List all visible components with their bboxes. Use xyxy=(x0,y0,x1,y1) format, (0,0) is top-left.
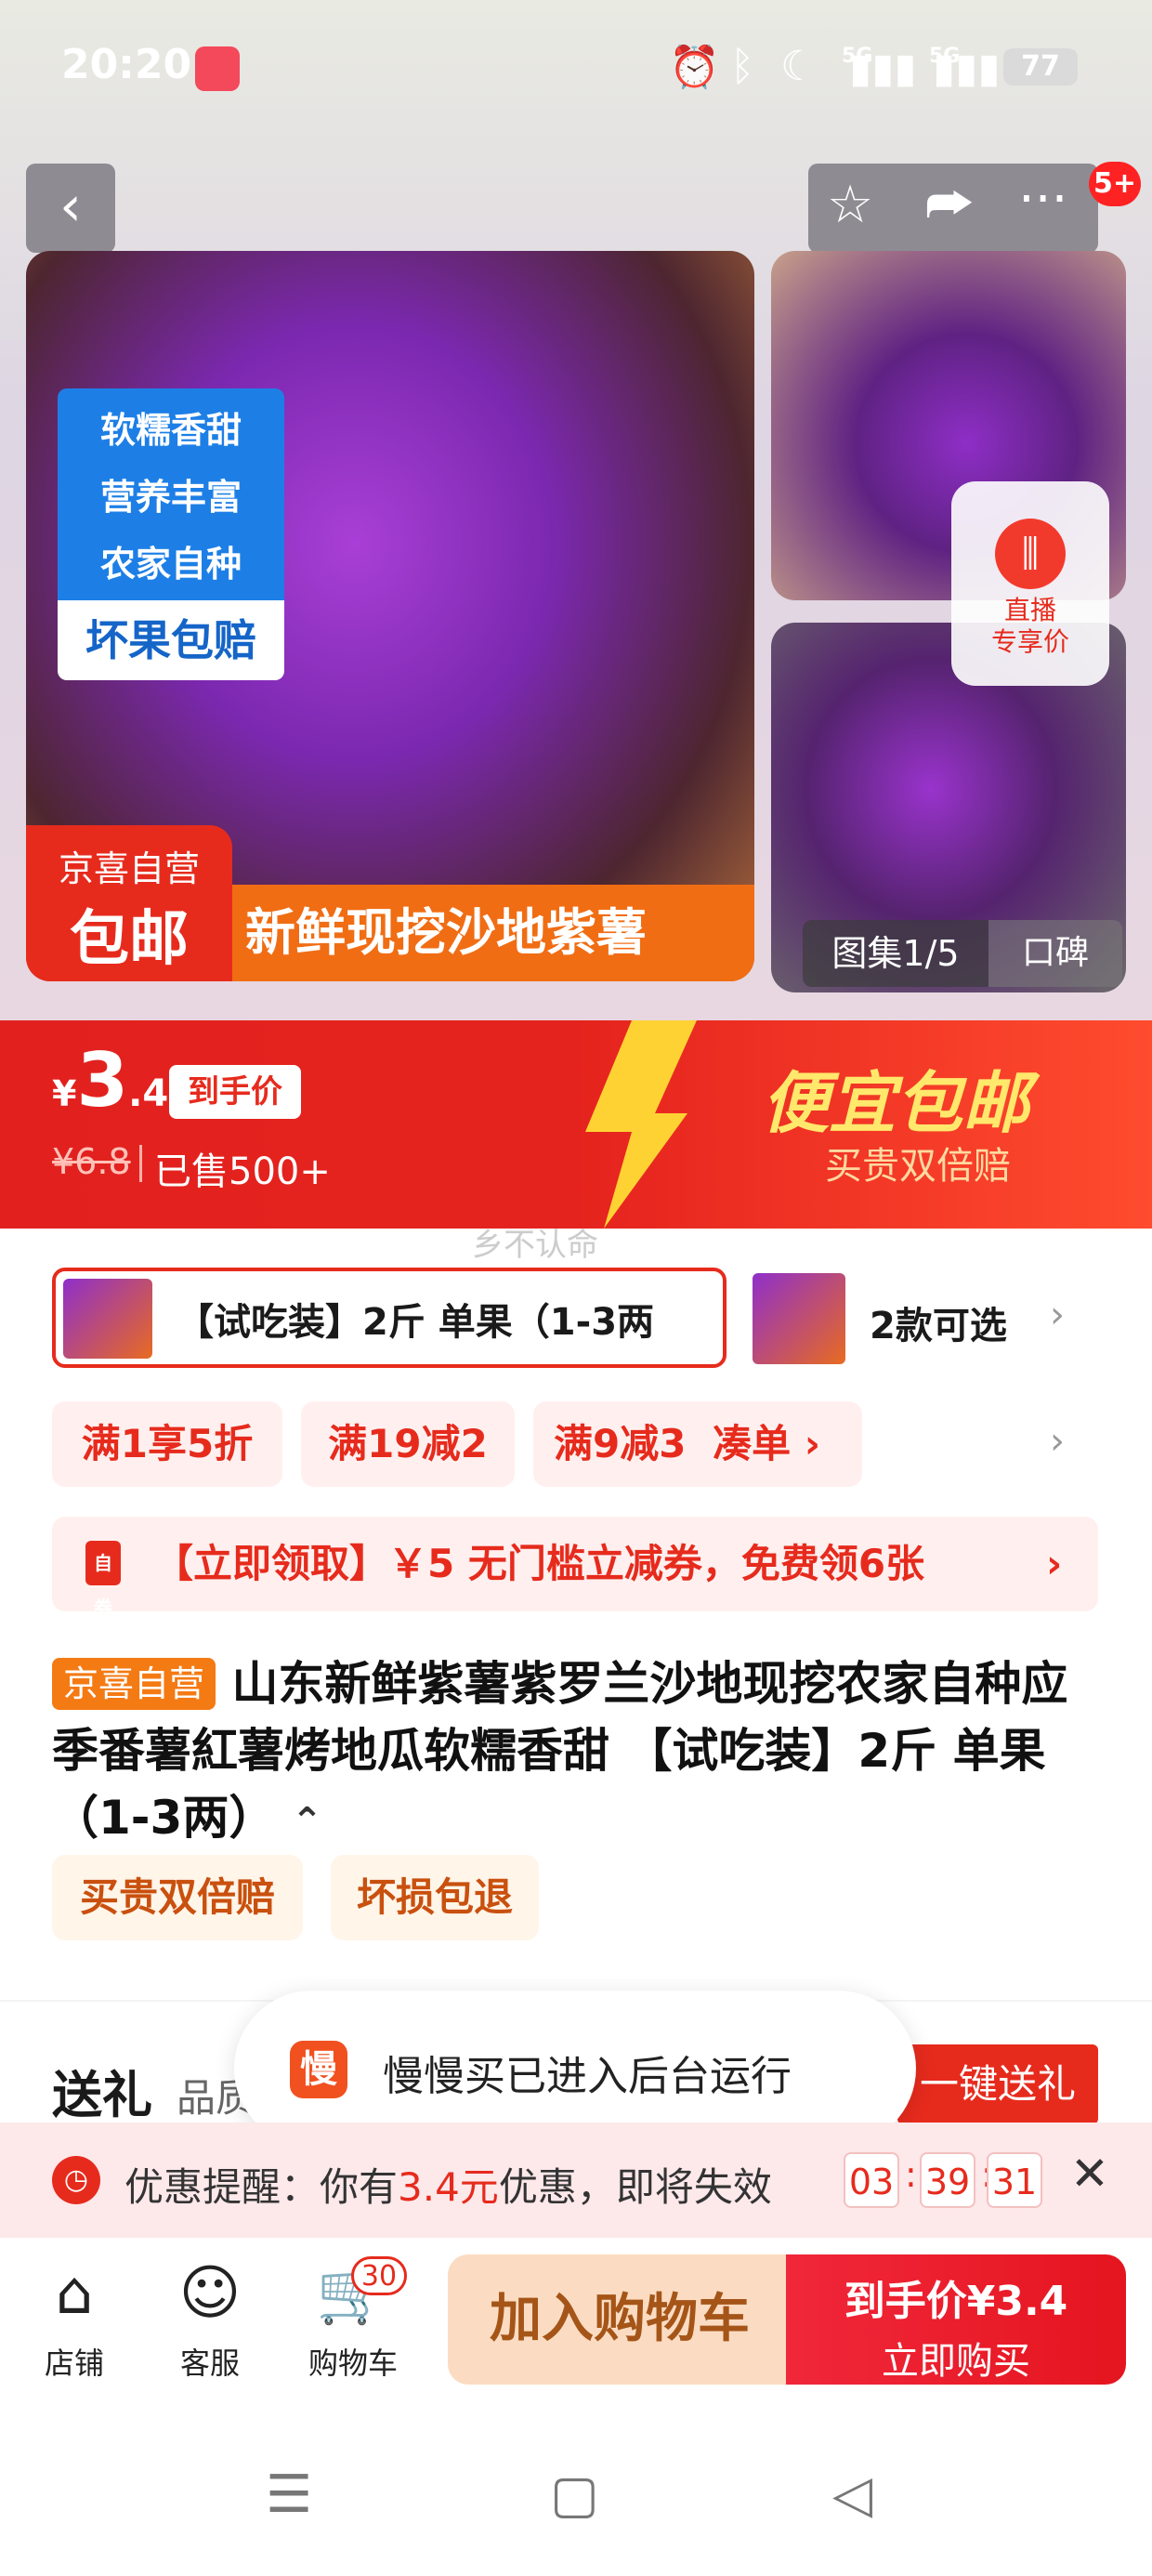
promo-tag[interactable]: 满1享5折 xyxy=(52,1401,282,1487)
selected-spec[interactable]: 【试吃装】2斤 单果（1-3两 xyxy=(52,1268,727,1368)
reviews-tab[interactable]: 口碑 xyxy=(988,920,1122,987)
reminder-amount: 3.4元 xyxy=(398,2164,499,2210)
countdown-hours: 03 xyxy=(844,2152,899,2208)
countdown-minutes: 39 xyxy=(920,2152,975,2208)
share-icon[interactable]: ⮫ xyxy=(925,175,974,236)
menu-icon[interactable]: ☰ xyxy=(266,2464,312,2525)
live-price-label: 专享价 xyxy=(990,626,1069,657)
hero-guarantee-tag: 坏果包赔 xyxy=(58,600,284,680)
star-icon[interactable]: ☆ xyxy=(827,175,873,235)
promo-slogan: 便宜包邮 xyxy=(762,1064,1030,1142)
self-operated-tag: 京喜自营 xyxy=(52,1658,216,1710)
app-notification-icon xyxy=(195,46,240,91)
collapse-icon[interactable]: ⌃ xyxy=(292,1800,323,1843)
back-button[interactable]: ‹ xyxy=(26,164,115,253)
more-icon[interactable]: ··· xyxy=(1018,169,1067,230)
gift-title: 送礼 xyxy=(52,2066,152,2124)
message-badge: 5+ xyxy=(1089,162,1141,206)
status-time: 20:20 xyxy=(61,41,192,88)
toast-message: 慢慢买已进入后台运行 xyxy=(383,2053,792,2100)
spec-thumbnail xyxy=(63,1279,152,1359)
coupon-banner[interactable]: 自券 【立即领取】￥5 无门槛立减券，免费领6张 › xyxy=(52,1517,1098,1619)
reminder-label: 优惠提醒：你有 xyxy=(124,2164,399,2210)
price-decimal: .4 xyxy=(128,1072,169,1115)
service-tag[interactable]: 买贵双倍赔 xyxy=(52,1855,303,1940)
chat-icon: ☺ xyxy=(178,2259,242,2328)
signal-icon: ▮▮▮ xyxy=(849,45,917,92)
live-icon: ⫼ xyxy=(995,519,1066,589)
store-button[interactable]: ⌂ 店铺 xyxy=(19,2258,130,2383)
chevron-right-icon: › xyxy=(1046,1541,1063,1586)
customer-service-button[interactable]: ☺ 客服 xyxy=(154,2258,266,2383)
spec-label: 【试吃装】2斤 单果（1-3两 xyxy=(177,1301,655,1344)
store-icon: ⌂ xyxy=(55,2259,94,2328)
self-operated-badge: 京喜自营 包邮 xyxy=(26,825,232,981)
coupon-icon: 自券 xyxy=(85,1541,121,1619)
battery-icon: 77 xyxy=(1003,48,1078,85)
clock-icon: ◷ xyxy=(52,2156,100,2204)
promo-tag[interactable]: 满19减2 xyxy=(301,1401,515,1487)
spec-thumbnail[interactable] xyxy=(753,1273,845,1364)
one-click-gift-button[interactable]: 一键送礼 xyxy=(897,2044,1098,2124)
app-icon: 慢 xyxy=(290,2041,347,2098)
add-to-cart-button[interactable]: 加入购物车 xyxy=(448,2254,792,2385)
status-bar: 20:20 ⏰ ᛒ ☾ 5G ▮▮▮ 5G ▮▮▮ 77 xyxy=(0,0,1152,130)
action-bar: ☆ ⮫ ··· xyxy=(808,164,1098,253)
hero-banner: 新鲜现挖沙地紫薯 xyxy=(232,885,754,981)
bluetooth-icon: ᛒ xyxy=(730,43,755,90)
sold-count: 已售500+ xyxy=(154,1150,331,1193)
price: ¥3.4 xyxy=(52,1037,168,1124)
buy-now-button[interactable]: 到手价¥3.4 立即购买 xyxy=(786,2254,1126,2385)
cart-count-badge: 30 xyxy=(351,2256,407,2295)
buy-price: 到手价¥3.4 xyxy=(844,2278,1068,2325)
final-price-badge: 到手价 xyxy=(169,1065,301,1119)
moon-icon: ☾ xyxy=(780,43,818,90)
product-title: 京喜自营 山东新鲜紫薯紫罗兰沙地现挖农家自种应季番薯紅薯烤地瓜软糯香甜 【试吃装… xyxy=(52,1650,1102,1855)
close-icon[interactable]: ✕ xyxy=(1070,2147,1109,2201)
home-icon[interactable]: ▢ xyxy=(550,2464,599,2525)
signal-icon: ▮▮▮ xyxy=(933,45,1001,92)
back-icon[interactable]: ◁ xyxy=(832,2464,872,2525)
spec-options-count[interactable]: 2款可选 xyxy=(870,1295,1007,1349)
lightning-icon xyxy=(585,1020,697,1229)
live-price-button[interactable]: ⫼ 直播 专享价 xyxy=(951,481,1109,686)
alarm-icon: ⏰ xyxy=(669,44,720,91)
promo-slogan-sub: 买贵双倍赔 xyxy=(825,1145,1011,1188)
promo-tag[interactable]: 满9减3 凑单 › xyxy=(533,1401,862,1487)
reminder-suffix: 优惠，即将失效 xyxy=(498,2164,772,2210)
live-label: 直播 xyxy=(1003,595,1056,625)
combine-order-link[interactable]: 凑单 › xyxy=(713,1421,820,1466)
countdown-seconds: 31 xyxy=(987,2152,1042,2208)
buy-now-label: 立即购买 xyxy=(882,2340,1030,2383)
chevron-right-icon[interactable]: › xyxy=(1050,1294,1065,1336)
chevron-right-icon[interactable]: › xyxy=(1050,1420,1065,1463)
hero-tag: 软糯香甜 xyxy=(99,410,242,451)
gallery-count[interactable]: 图集1/5 xyxy=(803,920,988,987)
free-shipping-label: 包邮 xyxy=(70,905,189,974)
price-integer: 3 xyxy=(76,1037,129,1124)
watermark: 乡不认命 xyxy=(472,1227,598,1264)
hero-tag: 营养丰富 xyxy=(99,477,242,518)
hero-tag: 农家自种 xyxy=(99,544,242,585)
promo-tag-label: 满9减3 xyxy=(554,1421,687,1466)
service-tag[interactable]: 坏损包退 xyxy=(331,1855,539,1940)
coupon-text: 【立即领取】￥5 无门槛立减券，免费领6张 xyxy=(154,1541,925,1586)
countdown-separator: : xyxy=(905,2154,917,2195)
gallery-indicator[interactable]: 图集1/5 口碑 xyxy=(803,920,1122,987)
divider xyxy=(139,1145,142,1182)
customer-service-label: 客服 xyxy=(179,2346,240,2381)
original-price: ¥6.8 xyxy=(52,1141,131,1182)
cart-label: 购物车 xyxy=(308,2346,398,2381)
reminder-text: 优惠提醒：你有3.4元优惠，即将失效 xyxy=(124,2156,772,2213)
store-label: 店铺 xyxy=(44,2346,104,2381)
currency-symbol: ¥ xyxy=(52,1073,77,1114)
self-operated-label: 京喜自营 xyxy=(58,848,200,889)
